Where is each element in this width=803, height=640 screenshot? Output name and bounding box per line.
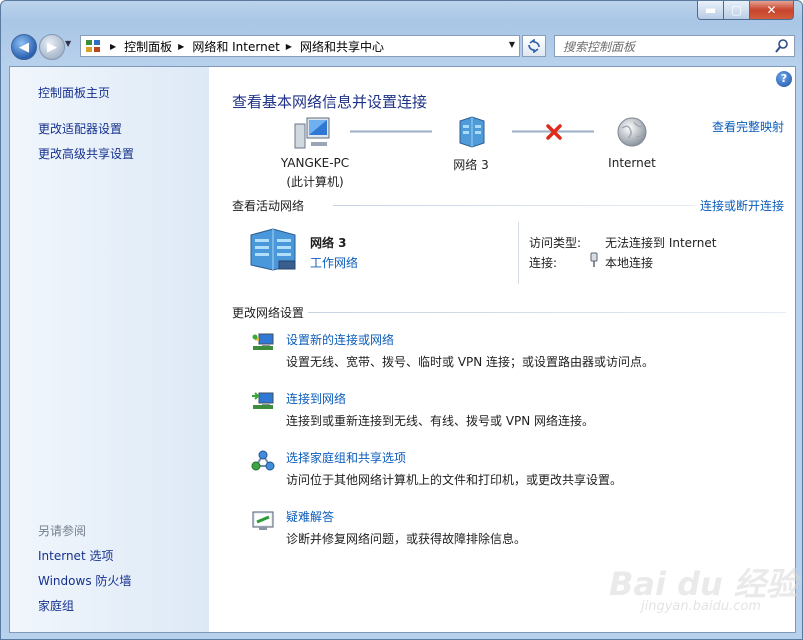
section-divider (333, 205, 695, 206)
recent-pages-dropdown-icon[interactable]: ▼ (65, 39, 75, 53)
sidebar-item-internet-options[interactable]: Internet 选项 (38, 547, 113, 564)
computer-name-label: YANGKE-PC (280, 156, 350, 170)
work-network-icon (250, 228, 296, 271)
setup-new-connection-desc: 设置无线、宽带、拨号、临时或 VPN 连接；或设置路由器或访问点。 (286, 355, 655, 369)
navigation-bar: ◀ ▶ ▼ ▶ 控制面板 ▶ 网络和 Internet ▶ 网络和共享中心 ▼ (1, 31, 802, 63)
homegroup-sharing-desc: 访问位于其他网络计算机上的文件和打印机，或更改共享设置。 (286, 473, 623, 487)
change-settings-heading: 更改网络设置 (232, 306, 305, 320)
section-divider (308, 312, 786, 313)
content-area: 控制面板主页 更改适配器设置 更改高级共享设置 另请参阅 Internet 选项… (9, 66, 796, 633)
breadcrumb-network-internet[interactable]: 网络和 Internet ▶ (192, 38, 300, 55)
breadcrumb-network-sharing-center[interactable]: 网络和共享中心 (300, 38, 384, 55)
internet-label: Internet (608, 156, 656, 170)
no-connection-x-icon[interactable] (545, 123, 563, 141)
access-type-value: 无法连接到 Internet (605, 236, 717, 250)
minimize-button[interactable]: ▬ (697, 1, 724, 20)
breadcrumb-separator-icon[interactable]: ▶ (104, 42, 124, 51)
maximize-button[interactable]: ▢ (724, 1, 750, 20)
baidu-watermark-url: jingyan.baidu.com (641, 599, 761, 614)
refresh-icon (528, 39, 540, 53)
page-title: 查看基本网络信息并设置连接 (232, 93, 428, 111)
setup-new-connection-link[interactable]: 设置新的连接或网络 (286, 331, 394, 348)
active-network-name: 网络 3 (310, 236, 347, 250)
search-input[interactable] (561, 37, 765, 57)
internet-globe-icon[interactable] (616, 116, 648, 148)
sidebar: 控制面板主页 更改适配器设置 更改高级共享设置 另请参阅 Internet 选项… (10, 67, 209, 632)
network-icon[interactable] (456, 115, 486, 149)
help-icon[interactable]: ? (776, 71, 792, 87)
search-icon[interactable] (774, 38, 790, 54)
address-dropdown-icon[interactable]: ▼ (509, 40, 515, 49)
breadcrumb-control-panel[interactable]: 控制面板 ▶ (124, 38, 192, 55)
see-full-map-link[interactable]: 查看完整映射 (712, 118, 784, 135)
see-also-heading: 另请参阅 (38, 524, 87, 538)
close-button[interactable]: ✕ (750, 1, 794, 20)
new-connection-icon (252, 333, 274, 350)
troubleshoot-desc: 诊断并修复网络问题，或获得故障排除信息。 (286, 532, 527, 546)
active-network-separator (518, 222, 519, 284)
sidebar-item-change-adapter-settings[interactable]: 更改适配器设置 (38, 120, 122, 137)
active-networks-heading: 查看活动网络 (232, 199, 305, 213)
title-bar[interactable]: ▬ ▢ ✕ (1, 1, 802, 27)
sidebar-item-homegroup[interactable]: 家庭组 (38, 597, 74, 614)
homegroup-sharing-link[interactable]: 选择家庭组和共享选项 (286, 449, 406, 466)
sidebar-item-windows-firewall[interactable]: Windows 防火墙 (38, 572, 131, 589)
local-connection-link[interactable]: 本地连接 (605, 254, 653, 271)
connect-to-network-desc: 连接到或重新连接到无线、有线、拨号或 VPN 网络连接。 (286, 414, 595, 428)
network-type-link[interactable]: 工作网络 (310, 254, 358, 271)
forward-button[interactable]: ▶ (39, 34, 65, 60)
homegroup-icon (251, 450, 275, 471)
window-controls: ▬ ▢ ✕ (697, 1, 794, 20)
ethernet-plug-icon (590, 252, 598, 267)
access-type-label: 访问类型: (529, 236, 582, 250)
this-computer-label: (此计算机) (286, 175, 344, 189)
troubleshoot-icon (252, 511, 274, 530)
sidebar-item-control-panel-home[interactable]: 控制面板主页 (38, 84, 110, 101)
address-bar[interactable]: ▶ 控制面板 ▶ 网络和 Internet ▶ 网络和共享中心 ▼ (80, 35, 520, 57)
connect-disconnect-link[interactable]: 连接或断开连接 (700, 197, 784, 214)
network-name-label: 网络 3 (453, 158, 489, 172)
sidebar-item-advanced-sharing-settings[interactable]: 更改高级共享设置 (38, 145, 134, 162)
link-line-computer-network (350, 130, 432, 133)
search-box[interactable] (554, 35, 795, 57)
refresh-button[interactable] (522, 35, 546, 57)
window-frame: ▬ ▢ ✕ ◀ ▶ ▼ ▶ 控制面板 ▶ 网络和 Internet ▶ 网络和共享中… (0, 0, 803, 640)
computer-icon[interactable] (293, 116, 333, 152)
control-panel-icon (86, 40, 100, 52)
back-button[interactable]: ◀ (11, 34, 37, 60)
connection-label: 连接: (529, 256, 558, 270)
troubleshoot-link[interactable]: 疑难解答 (286, 508, 334, 525)
connect-to-network-link[interactable]: 连接到网络 (286, 390, 346, 407)
main-panel: ? 查看基本网络信息并设置连接 查看完整映射 YANGKE-PC (此计算机) … (209, 67, 795, 632)
connect-network-icon (252, 392, 274, 409)
